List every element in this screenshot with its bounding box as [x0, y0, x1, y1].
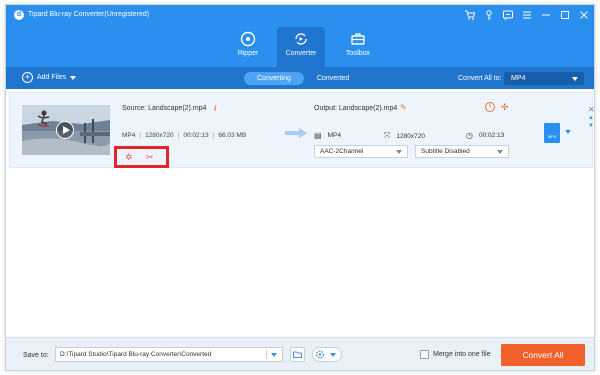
- chevron-down-icon: [271, 353, 277, 357]
- toolbox-icon: [351, 33, 365, 45]
- crop-icon[interactable]: ✣: [501, 102, 509, 113]
- add-files-button[interactable]: + Add Files: [22, 72, 77, 83]
- chevron-down-icon[interactable]: [70, 75, 77, 80]
- scissors-icon[interactable]: ✂: [146, 152, 154, 163]
- output-resolution-meta: ⤧ 1280x720: [384, 131, 425, 141]
- source-duration: 00:02:13: [183, 132, 209, 139]
- divider: [266, 350, 267, 359]
- tab-toolbox[interactable]: Toolbox: [334, 27, 382, 67]
- close-icon[interactable]: [578, 9, 590, 21]
- tab-ripper-label: Ripper: [237, 50, 259, 57]
- tab-toolbox-label: Toolbox: [345, 50, 371, 57]
- clock-icon: ◷: [466, 131, 473, 140]
- disc-icon: [240, 31, 256, 47]
- merge-label: Merge into one file: [433, 351, 491, 358]
- edit-tools-highlight: ✲ ✂: [114, 146, 169, 168]
- video-thumbnail[interactable]: [22, 105, 110, 155]
- gear-icon: [315, 350, 325, 359]
- audio-track-select[interactable]: AAC-2Channel: [314, 145, 408, 158]
- folder-icon: [293, 351, 302, 358]
- chevron-down-icon: [396, 150, 402, 154]
- plus-icon: +: [22, 72, 33, 83]
- meta-separator: |: [212, 132, 215, 139]
- tab-converter[interactable]: Converter: [277, 27, 325, 67]
- save-path-value: D:\Tipard Studio\Tipard Blu-ray Converte…: [60, 351, 212, 358]
- open-folder-button[interactable]: [290, 347, 305, 362]
- app-window: d Tipard Blu-ray Converter(Unregistered): [5, 4, 595, 371]
- source-resolution: 1280x720: [145, 132, 174, 139]
- warning-icon[interactable]: !: [485, 102, 495, 112]
- convert-all-to-label: Convert All to:: [458, 75, 502, 82]
- merge-checkbox[interactable]: [420, 350, 429, 359]
- info-icon[interactable]: i: [214, 104, 216, 113]
- tab-converting[interactable]: Converting: [244, 72, 304, 85]
- tab-ripper[interactable]: Ripper: [224, 27, 272, 67]
- app-logo-icon: d: [14, 10, 24, 20]
- convert-all-format-value: MP4: [511, 75, 526, 82]
- meta-separator: |: [177, 132, 180, 139]
- app-header: d Tipard Blu-ray Converter(Unregistered): [6, 5, 594, 67]
- remove-file-icon[interactable]: ✕: [588, 105, 594, 114]
- chevron-down-icon: [497, 150, 503, 154]
- output-format-icon[interactable]: MP4: [544, 123, 560, 143]
- subtitle-select[interactable]: Subtitle Disabled: [415, 145, 509, 158]
- chevron-down-icon[interactable]: [565, 130, 571, 134]
- settings-button[interactable]: [312, 347, 342, 362]
- menu-icon[interactable]: [521, 9, 533, 21]
- converter-icon: [295, 33, 307, 45]
- meta-separator: |: [139, 132, 142, 139]
- title-controls: [464, 9, 590, 21]
- move-up-icon[interactable]: ▲: [588, 115, 594, 121]
- output-format-icon-label: MP4: [547, 134, 557, 139]
- chevron-down-icon: [330, 353, 336, 357]
- output-duration-meta: ◷ 00:02:13: [466, 131, 504, 140]
- output-duration: 00:02:13: [478, 132, 505, 139]
- file-item: Source: Landscape(2).mp4 i MP4 | 1280x72…: [9, 92, 594, 168]
- key-icon[interactable]: [483, 9, 495, 21]
- output-format: MP4: [327, 132, 341, 139]
- convert-all-format-select[interactable]: MP4: [504, 72, 584, 85]
- subtitle-value: Subtitle Disabled: [421, 148, 470, 155]
- output-filename: Output: Landscape(2).mp4: [314, 105, 398, 112]
- window-title: Tipard Blu-ray Converter(Unregistered): [28, 11, 150, 18]
- convert-all-button[interactable]: Convert All: [501, 344, 585, 366]
- output-format-meta: ▤ MP4: [314, 131, 341, 140]
- save-to-label: Save to:: [23, 352, 49, 359]
- tab-converted[interactable]: Converted: [304, 72, 362, 85]
- save-path-select[interactable]: D:\Tipard Studio\Tipard Blu-ray Converte…: [55, 347, 283, 362]
- move-down-icon[interactable]: ▼: [588, 123, 594, 129]
- add-files-label: Add Files: [37, 74, 67, 81]
- feedback-icon[interactable]: [502, 9, 514, 21]
- maximize-icon[interactable]: [559, 9, 571, 21]
- tab-converter-label: Converter: [285, 50, 317, 57]
- chevron-down-icon: [572, 77, 578, 81]
- play-icon[interactable]: [56, 121, 74, 139]
- output-resolution: 1280x720: [396, 132, 425, 140]
- resize-icon: ⤧: [384, 131, 391, 140]
- source-meta: MP4 | 1280x720 | 00:02:13 | 66.03 MB: [122, 132, 246, 139]
- arrow-right-icon: [285, 128, 307, 138]
- title-bar: d Tipard Blu-ray Converter(Unregistered): [6, 5, 594, 25]
- main-nav: Ripper Converter Toolbox: [6, 25, 594, 67]
- status-segment: Converting Converted: [244, 72, 362, 85]
- source-format: MP4: [122, 132, 136, 139]
- file-list: Source: Landscape(2).mp4 i MP4 | 1280x72…: [6, 89, 594, 337]
- minimize-icon[interactable]: [540, 9, 552, 21]
- audio-track-value: AAC-2Channel: [320, 148, 364, 155]
- source-filename: Source: Landscape(2).mp4: [122, 105, 207, 112]
- cart-icon[interactable]: [464, 9, 476, 21]
- pencil-icon[interactable]: ✎: [400, 103, 407, 112]
- source-size: 66.03 MB: [218, 132, 247, 139]
- toolbar: + Add Files Converting Converted Convert…: [6, 67, 594, 89]
- edit-star-icon[interactable]: ✲: [125, 152, 133, 163]
- film-icon: ▤: [314, 131, 322, 140]
- bottom-bar: Save to: D:\Tipard Studio\Tipard Blu-ray…: [6, 337, 594, 370]
